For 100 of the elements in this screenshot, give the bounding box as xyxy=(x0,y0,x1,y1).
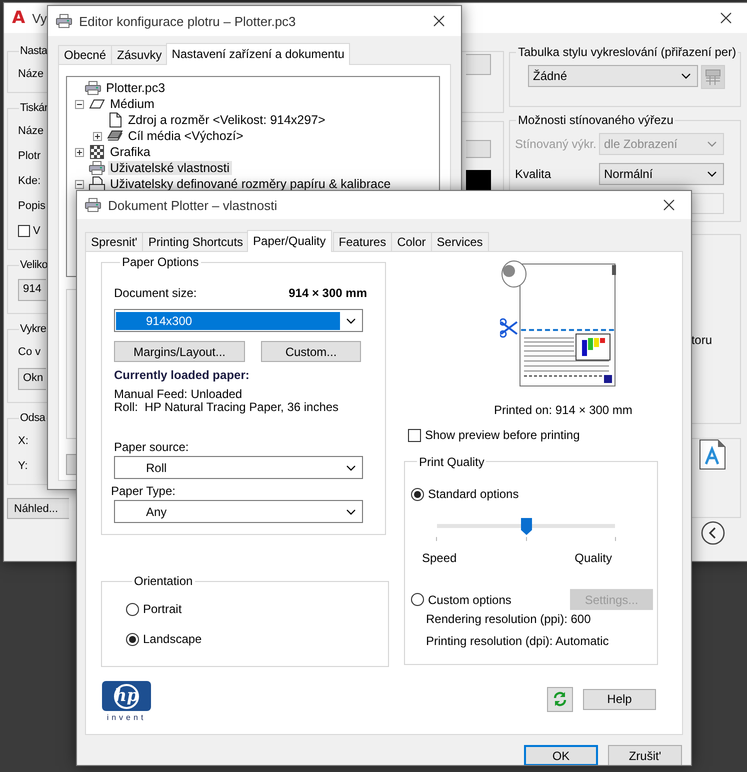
tree-item[interactable]: Cíl média <Výchozí> xyxy=(126,129,246,143)
tree-item[interactable]: Médium xyxy=(108,97,156,111)
field-label: Document size: xyxy=(114,286,197,300)
group-title: Vykre xyxy=(19,323,48,335)
collapse-icon[interactable] xyxy=(75,100,84,108)
slider-thumb[interactable] xyxy=(521,518,532,535)
field-label: Popis xyxy=(18,200,46,212)
print-size-text: Printed on: 914 × 300 mm xyxy=(494,403,634,417)
slider-label: Quality xyxy=(574,551,612,565)
group-title: Print Quality xyxy=(418,454,486,468)
input-field[interactable]: 914 xyxy=(18,279,46,301)
tick-mark xyxy=(615,537,616,541)
ok-button[interactable]: OK xyxy=(524,745,598,765)
document-icon xyxy=(699,439,726,470)
chevron-icon xyxy=(346,508,356,514)
tab[interactable]: Zásuvky xyxy=(111,45,168,64)
status-text: Roll: HP Natural Tracing Paper, 36 inches xyxy=(114,401,340,414)
tree-item[interactable]: Plotter.pc3 xyxy=(104,81,168,95)
chevron-icon xyxy=(346,318,356,324)
status-text: Printing resolution (dpi): Automatic xyxy=(426,634,610,648)
dropdown[interactable]: Any xyxy=(114,500,363,523)
field-label: Paper Type: xyxy=(111,485,176,498)
field-label: Plotr xyxy=(18,150,41,162)
tree-item[interactable]: Uživatelské vlastnosti xyxy=(108,161,232,175)
field-label: Náze xyxy=(18,68,44,80)
radio-button[interactable]: Portrait xyxy=(126,602,182,616)
help-button[interactable]: Help xyxy=(583,688,656,710)
option-label: toru xyxy=(691,333,712,348)
close-icon[interactable] xyxy=(663,199,675,211)
media-stack-icon xyxy=(107,130,123,142)
close-icon[interactable] xyxy=(720,12,732,24)
group-title: Možnosti stínovaného výřezu xyxy=(517,113,674,127)
status-text: Rendering resolution (ppi): 600 xyxy=(426,612,592,626)
field-label: Kde: xyxy=(18,174,41,186)
window-title: Editor konfigurace plotru – Plotter.pc3 xyxy=(79,14,297,28)
field-label: Kvalita xyxy=(515,167,552,181)
window-title: Vy xyxy=(32,10,47,26)
refresh-button[interactable] xyxy=(547,686,573,712)
section-heading: Currently loaded paper: xyxy=(114,368,250,382)
tree-item[interactable]: Uživatelsky definované rozměry papíru & kalibrace xyxy=(108,177,393,191)
dropdown[interactable]: Normální xyxy=(599,163,724,185)
chevron-icon xyxy=(346,464,356,470)
field-label: Co v xyxy=(18,346,41,358)
refresh-icon xyxy=(553,691,567,707)
back-icon[interactable] xyxy=(701,521,725,545)
status-text: Manual Feed: Unloaded xyxy=(114,388,244,401)
dropdown[interactable]: Roll xyxy=(114,456,363,479)
cancel-button[interactable]: Zrušit' xyxy=(608,745,682,765)
input-field[interactable] xyxy=(466,54,491,75)
field-label: Stínovaný výkr. xyxy=(515,137,598,151)
tab[interactable]: Nastavení zařízení a dokumentu xyxy=(166,43,350,65)
preview-button[interactable]: Náhled... xyxy=(7,498,69,519)
dropdown[interactable]: 914x300 xyxy=(114,309,363,332)
field-label: Paper source: xyxy=(114,441,190,454)
printer-grid-icon xyxy=(704,68,722,86)
checkbox[interactable]: Show preview before printing xyxy=(408,428,580,442)
tab[interactable]: Features xyxy=(332,232,392,251)
media-icon xyxy=(89,98,105,110)
sheet-icon xyxy=(107,112,123,128)
group-title: Paper Options xyxy=(121,255,200,269)
radio-button[interactable]: Custom options xyxy=(411,592,512,606)
printer-icon xyxy=(56,14,72,28)
tab[interactable]: Paper/Quality xyxy=(247,230,332,252)
button[interactable]: Custom... xyxy=(261,341,361,362)
printer-icon xyxy=(85,198,101,212)
dropdown[interactable]: Žádné xyxy=(528,65,698,87)
radio-button[interactable]: Landscape xyxy=(126,632,202,646)
input-field[interactable] xyxy=(691,193,724,214)
tab[interactable]: Services xyxy=(430,232,489,251)
chevron-icon xyxy=(681,73,691,79)
field-label: Náze xyxy=(18,124,44,136)
button[interactable]: Margins/Layout... xyxy=(114,341,245,362)
group-title: Nasta xyxy=(19,45,48,57)
tab[interactable]: Spresnit' xyxy=(85,232,144,251)
group-title: Odsa xyxy=(19,412,46,424)
collapse-icon[interactable] xyxy=(75,180,84,188)
slider-label: Speed xyxy=(422,551,457,565)
group-title: Veliko xyxy=(19,259,49,271)
group-title: Tabulka stylu vykreslování (přiřazení per) xyxy=(517,45,738,59)
printer-icon xyxy=(89,161,105,175)
expand-icon[interactable] xyxy=(93,132,102,140)
tab[interactable]: Obecné xyxy=(58,45,112,64)
tree-item[interactable]: Zdroj a rozměr <Velikost: 914x297> xyxy=(126,113,328,127)
field-label: X: xyxy=(18,434,28,446)
tick-mark xyxy=(436,537,437,541)
chevron-icon xyxy=(707,171,717,177)
group-title: Tiskár xyxy=(19,102,49,114)
tab[interactable]: Printing Shortcuts xyxy=(142,232,250,251)
input-field[interactable]: Okn xyxy=(18,368,46,390)
logo-tagline: invent xyxy=(106,713,146,722)
field-label: Y: xyxy=(18,460,28,472)
app-logo: A xyxy=(12,8,26,28)
expand-icon[interactable] xyxy=(75,148,84,156)
close-icon[interactable] xyxy=(433,15,445,27)
radio-button[interactable]: Standard options xyxy=(411,487,519,501)
chevron-icon xyxy=(707,141,717,147)
window-title: Dokument Plotter – vlastnosti xyxy=(108,198,278,212)
group-title: Orientation xyxy=(133,574,194,588)
tree-item[interactable]: Grafika xyxy=(108,145,152,159)
size-value: 914 × 300 mm xyxy=(288,286,368,300)
